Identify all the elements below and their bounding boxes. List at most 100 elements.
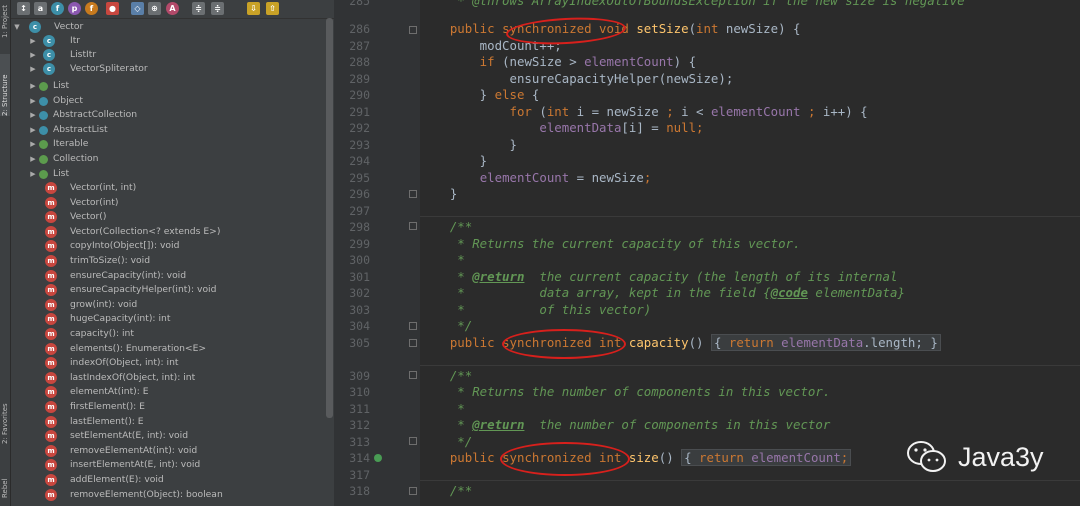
line-number[interactable]: 301 (334, 269, 370, 286)
fold-marker[interactable] (409, 339, 417, 347)
tree-label: Vector (54, 21, 84, 32)
fold-marker[interactable] (409, 487, 417, 495)
method-separator (420, 216, 1080, 217)
code-line-309: /** (420, 368, 472, 385)
show-inherited-icon[interactable]: f (85, 2, 98, 15)
line-number[interactable]: 286 (334, 21, 370, 38)
line-number[interactable]: 285 (334, 0, 370, 10)
show-lambdas-icon[interactable]: ◇ (131, 2, 144, 15)
line-number[interactable]: 313 (334, 434, 370, 451)
code-line-288: if (newSize > elementCount) { (420, 54, 696, 71)
code-editor[interactable]: * @throws ArrayIndexOutOfBoundsException… (420, 0, 1080, 506)
keyword: ; (807, 103, 823, 119)
comment-text: */ (420, 318, 473, 333)
method-icon: m (45, 182, 57, 194)
tree-label: ListItr (70, 49, 97, 60)
line-number[interactable]: 317 (334, 467, 370, 484)
show-properties-icon[interactable]: p (68, 2, 81, 15)
sort-alpha-icon[interactable]: a (34, 2, 47, 15)
fold-marker[interactable] (409, 26, 417, 34)
fold-marker[interactable] (409, 322, 417, 330)
code-line-291: for (int i = newSize ; i < elementCount … (420, 104, 868, 121)
override-gutter-icon[interactable] (374, 454, 382, 462)
method-icon: m (45, 284, 57, 297)
method-icon: m (45, 474, 57, 486)
line-number[interactable]: 302 (334, 285, 370, 302)
project-tool-tab[interactable]: 1: Project (0, 2, 10, 38)
method-icon: m (45, 255, 57, 267)
tree-label: Vector(int, int) (70, 182, 137, 193)
line-number[interactable]: 293 (334, 137, 370, 154)
code-text: ) { (673, 54, 697, 69)
comment-text: the number of components in this vector (524, 417, 831, 432)
fold-marker[interactable] (409, 190, 417, 198)
structure-tool-tab[interactable]: 2: Structure (0, 54, 10, 116)
collapse-all-icon[interactable]: ≑ (192, 2, 205, 15)
tree-label: insertElementAt(E, int): void (70, 459, 201, 471)
settings-dropdown-icon[interactable]: ⇧ (266, 2, 279, 15)
line-number[interactable]: 300 (334, 252, 370, 269)
expand-all-icon[interactable]: A (166, 2, 179, 15)
line-number[interactable]: 309 (334, 368, 370, 385)
structure-scrollbar[interactable] (326, 18, 333, 418)
keyword: int (696, 21, 726, 36)
line-number[interactable]: 291 (334, 104, 370, 121)
tree-label: grow(int): void (70, 298, 138, 310)
comment-text: * Returns the number of components in th… (420, 384, 831, 399)
rebel-tool-tab[interactable]: Rebel (0, 468, 10, 498)
show-anonymous-icon[interactable]: ● (106, 2, 119, 15)
method-icon: m (45, 415, 57, 428)
line-number[interactable]: 298 (334, 219, 370, 236)
folded-body[interactable]: { return elementCount; (681, 449, 852, 466)
line-number[interactable]: 299 (334, 236, 370, 253)
line-number[interactable]: 314 (334, 450, 370, 467)
code-line-301: * @return the current capacity (the leng… (420, 269, 897, 286)
favorites-tool-tab[interactable]: 2: Favorites (0, 392, 10, 444)
tree-label: Vector(Collection<? extends E>) (70, 225, 221, 237)
line-number[interactable]: 295 (334, 170, 370, 187)
structure-toolbar: ↕ a f p f ● ◇ ⊕ A ≑ ≑ ⇩ ⇧ (11, 0, 334, 19)
method-icon: m (45, 444, 57, 457)
line-number[interactable]: 296 (334, 186, 370, 203)
sort-by-type-icon[interactable]: ↕ (17, 2, 30, 15)
show-fields-icon[interactable]: f (51, 2, 64, 15)
line-number[interactable]: 303 (334, 302, 370, 319)
chevron-right-icon: ▶ (30, 155, 36, 163)
line-number[interactable]: 312 (334, 417, 370, 434)
method-separator (420, 365, 1080, 366)
folded-body[interactable]: { return elementData.length; } (710, 333, 941, 351)
tree-label: addElement(E): void (70, 474, 164, 485)
line-number[interactable]: 310 (334, 384, 370, 401)
line-number[interactable]: 311 (334, 401, 370, 418)
keyword: ; (643, 169, 652, 185)
method-icon: m (45, 459, 57, 472)
line-number[interactable]: 294 (334, 153, 370, 170)
fold-marker[interactable] (409, 371, 417, 379)
type-icon (39, 140, 48, 150)
fold-marker[interactable] (409, 222, 417, 230)
line-number[interactable]: 289 (334, 71, 370, 88)
line-number[interactable]: 288 (334, 54, 370, 71)
line-number[interactable]: 305 (334, 335, 370, 352)
line-number[interactable]: 304 (334, 318, 370, 335)
tree-label: Collection (53, 153, 99, 164)
type-icon (39, 155, 48, 164)
field-ref: elementData (781, 334, 864, 350)
method-separator (420, 480, 1080, 481)
method-icon: m (45, 196, 57, 209)
line-number[interactable]: 292 (334, 120, 370, 137)
fold-marker[interactable] (409, 437, 417, 445)
autoscroll-from-source-icon[interactable]: ⇩ (247, 2, 260, 15)
code-line-304: */ (420, 318, 472, 335)
keyword: return (699, 450, 752, 465)
line-number[interactable]: 297 (334, 203, 370, 220)
code-line-298: /** (420, 219, 472, 236)
line-number[interactable]: 287 (334, 38, 370, 55)
autoscroll-to-source-icon[interactable]: ≑ (211, 2, 224, 15)
autoscroll-icon[interactable]: ⊕ (148, 2, 161, 15)
comment-text: * (420, 417, 473, 432)
type-icon (39, 96, 48, 106)
line-number[interactable]: 290 (334, 87, 370, 104)
line-number[interactable]: 318 (334, 483, 370, 500)
